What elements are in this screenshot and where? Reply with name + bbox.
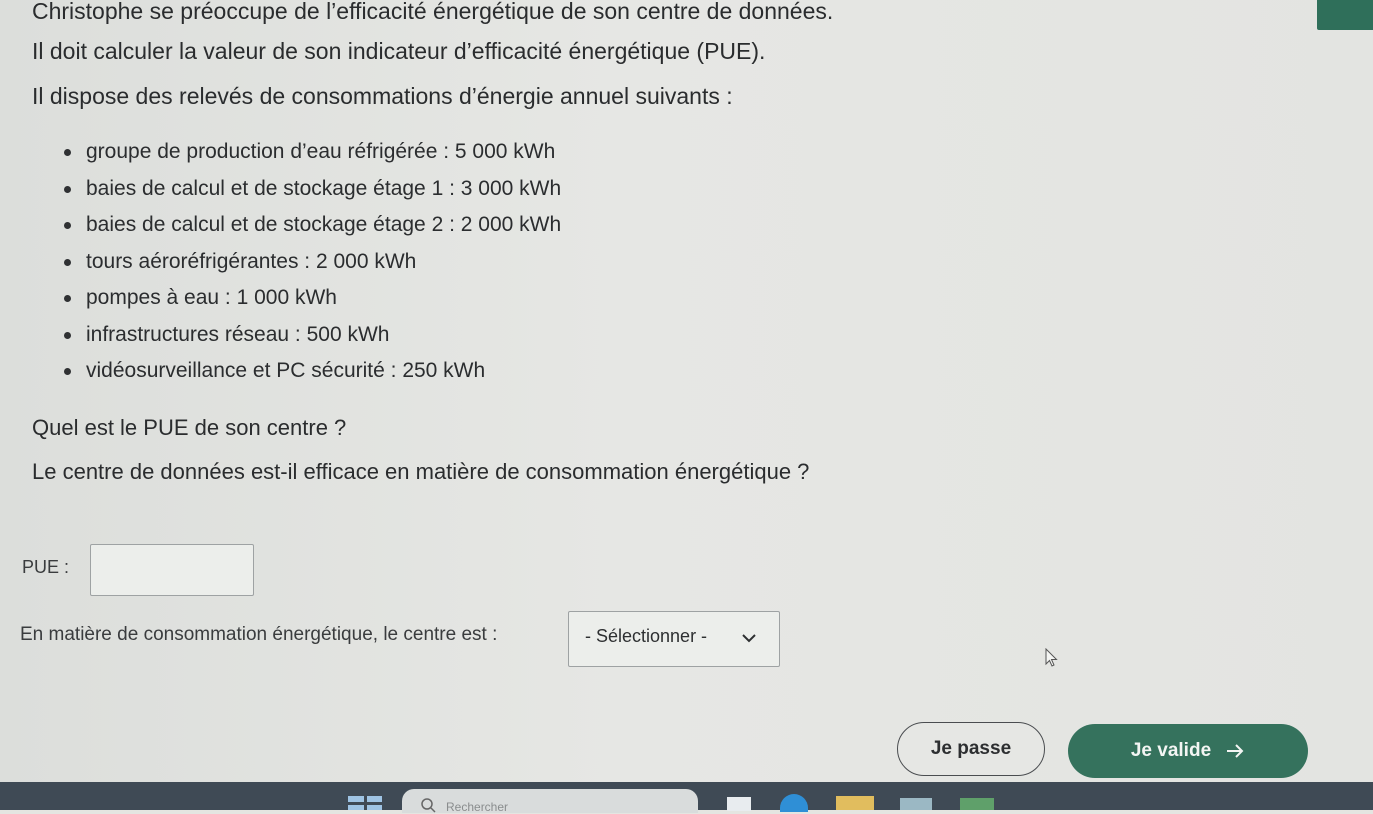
reading-text: vidéosurveillance et PC sécurité : 250 k… xyxy=(86,359,486,382)
mouse-cursor-icon xyxy=(1045,648,1058,667)
question-pue: Quel est le PUE de son centre ? xyxy=(32,415,347,440)
app-icon-2[interactable] xyxy=(960,798,994,810)
bullet-icon xyxy=(64,295,71,302)
list-item: pompes à eau : 1 000 kWh xyxy=(62,283,561,320)
exercise-page: Christophe se préoccupe de l’efficacité … xyxy=(0,0,1373,782)
pue-label: PUE : xyxy=(22,557,70,577)
validate-button-label: Je valide xyxy=(1130,740,1212,761)
list-item: baies de calcul et de stockage étage 2 :… xyxy=(62,210,561,247)
reading-text: baies de calcul et de stockage étage 1 :… xyxy=(86,176,562,200)
list-item: vidéosurveillance et PC sécurité : 250 k… xyxy=(62,356,561,393)
skip-button-label: Je passe xyxy=(930,738,1012,759)
intro-line-3: Il dispose des relevés de consommations … xyxy=(32,83,733,109)
bullet-icon xyxy=(64,368,71,375)
start-menu-icon[interactable] xyxy=(348,796,382,810)
taskbar: Rechercher xyxy=(0,782,1373,814)
taskbar-search[interactable]: Rechercher xyxy=(402,789,698,814)
search-placeholder: Rechercher xyxy=(446,800,509,814)
reading-text: baies de calcul et de stockage étage 2 :… xyxy=(86,213,562,236)
question-efficiency: Le centre de données est-il efficace en … xyxy=(32,459,810,484)
bullet-icon xyxy=(64,185,71,193)
intro-line-2: Il doit calculer la valeur de son indica… xyxy=(32,38,766,64)
list-item: infrastructures réseau : 500 kWh xyxy=(62,320,561,357)
consumption-label: En matière de consommation énergétique, … xyxy=(20,624,498,645)
folder-icon[interactable] xyxy=(836,796,874,810)
list-item: baies de calcul et de stockage étage 1 :… xyxy=(62,174,561,211)
reading-text: groupe de production d’eau réfrigérée : … xyxy=(86,140,556,163)
app-icon[interactable] xyxy=(900,798,932,810)
validate-button[interactable]: Je valide xyxy=(1068,724,1308,778)
corner-accent xyxy=(1317,0,1373,30)
arrow-right-icon xyxy=(1227,744,1244,758)
search-icon xyxy=(421,798,436,813)
chevron-down-icon xyxy=(742,634,756,643)
task-view-icon[interactable] xyxy=(727,797,751,811)
bullet-icon xyxy=(64,258,71,266)
pue-input[interactable] xyxy=(90,544,254,596)
skip-button[interactable]: Je passe xyxy=(897,722,1045,776)
reading-text: pompes à eau : 1 000 kWh xyxy=(86,286,337,309)
bullet-icon xyxy=(64,222,71,229)
reading-text: infrastructures réseau : 500 kWh xyxy=(86,322,390,346)
reading-text: tours aéroréfrigérantes : 2 000 kWh xyxy=(86,249,417,273)
list-item: tours aéroréfrigérantes : 2 000 kWh xyxy=(62,247,561,284)
list-item: groupe de production d’eau réfrigérée : … xyxy=(62,137,561,174)
consumption-select[interactable]: - Sélectionner - xyxy=(568,611,780,667)
select-value: - Sélectionner - xyxy=(585,626,708,646)
bullet-icon xyxy=(64,149,71,156)
bullet-icon xyxy=(64,331,71,339)
browser-icon[interactable] xyxy=(780,794,808,812)
energy-readings-list: groupe de production d’eau réfrigérée : … xyxy=(62,137,561,393)
intro-line-1: Christophe se préoccupe de l’efficacité … xyxy=(32,0,834,24)
